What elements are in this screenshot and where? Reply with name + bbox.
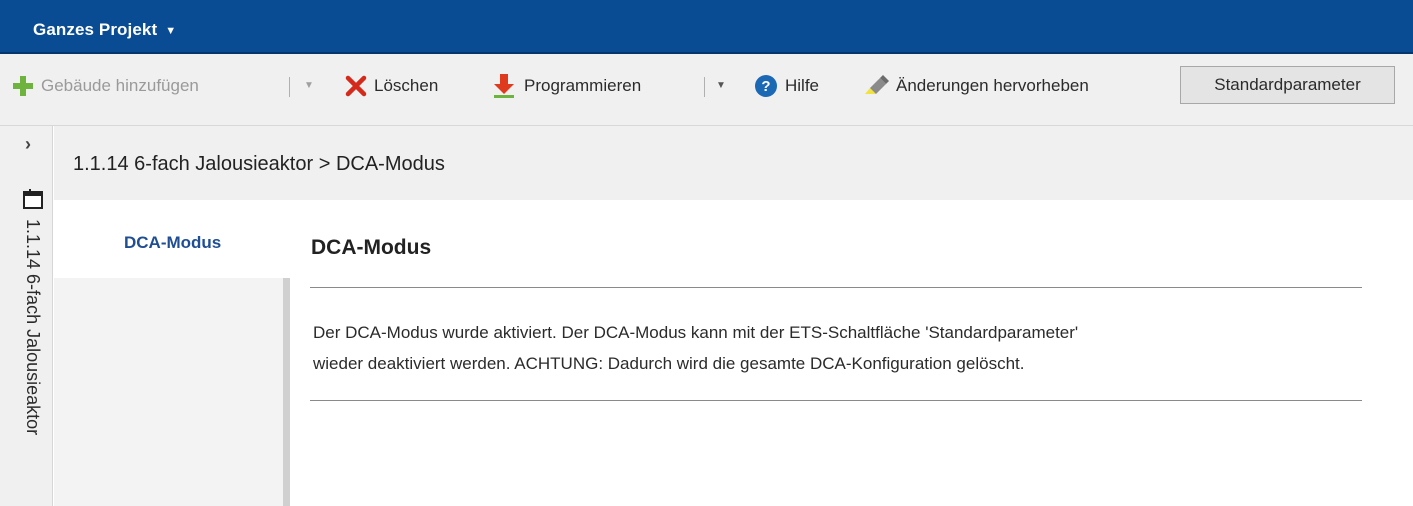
delete-label: Löschen (374, 76, 439, 95)
program-label: Programmieren (524, 76, 642, 95)
highlight-changes-label: Änderungen hervorheben (896, 76, 1089, 95)
delete-button[interactable]: Löschen (345, 71, 438, 101)
default-parameters-button[interactable]: Standardparameter (1180, 66, 1395, 104)
parameter-nav: DCA-Modus (54, 200, 290, 506)
delete-x-icon (345, 75, 367, 97)
section-heading: DCA-Modus (311, 236, 432, 259)
program-button[interactable]: Programmieren (491, 71, 641, 101)
svg-text:?: ? (761, 78, 770, 95)
toolbar: Gebäude hinzufügen ▼ Löschen Programmier… (0, 54, 1413, 126)
add-building-label: Gebäude hinzufügen (41, 76, 199, 95)
nav-item-dca-modus[interactable]: DCA-Modus (54, 200, 290, 278)
divider (310, 400, 1362, 401)
nav-item-label: DCA-Modus (124, 233, 222, 252)
side-panel-collapsed: › 1.1.14 6-fach Jalousieaktor (0, 126, 53, 506)
expand-chevron-icon[interactable]: › (25, 134, 31, 155)
info-text-line-2: wieder deaktiviert werden. ACHTUNG: Dadu… (313, 354, 1025, 373)
download-arrow-icon (494, 74, 514, 98)
info-text-line-1: Der DCA-Modus wurde aktiviert. Der DCA-M… (313, 323, 1079, 342)
info-text: Der DCA-Modus wurde aktiviert. Der DCA-M… (313, 317, 1373, 379)
device-icon (23, 189, 43, 209)
add-building-dropdown-icon[interactable]: ▼ (304, 80, 314, 91)
help-label: Hilfe (785, 76, 820, 95)
project-title: Ganzes Projekt (33, 20, 158, 39)
title-bar: Ganzes Projekt ▼ (0, 0, 1413, 54)
separator (289, 77, 290, 97)
add-building-button[interactable]: Gebäude hinzufügen (12, 71, 199, 101)
help-icon: ? (755, 75, 777, 97)
highlighter-icon (865, 75, 889, 94)
highlight-changes-button[interactable]: Änderungen hervorheben (861, 71, 1089, 101)
breadcrumb: 1.1.14 6-fach Jalousieaktor > DCA-Modus (73, 153, 445, 175)
side-panel-device-label[interactable]: 1.1.14 6-fach Jalousieaktor (22, 219, 43, 435)
plus-icon (13, 76, 33, 96)
separator (704, 77, 705, 97)
breadcrumb-bar: 1.1.14 6-fach Jalousieaktor > DCA-Modus (54, 126, 1413, 200)
program-dropdown-icon[interactable]: ▼ (716, 80, 726, 91)
divider (310, 287, 1362, 288)
caret-down-icon: ▼ (165, 24, 177, 37)
help-button[interactable]: ? Hilfe (754, 71, 819, 101)
project-dropdown[interactable]: Ganzes Projekt ▼ (33, 20, 176, 40)
